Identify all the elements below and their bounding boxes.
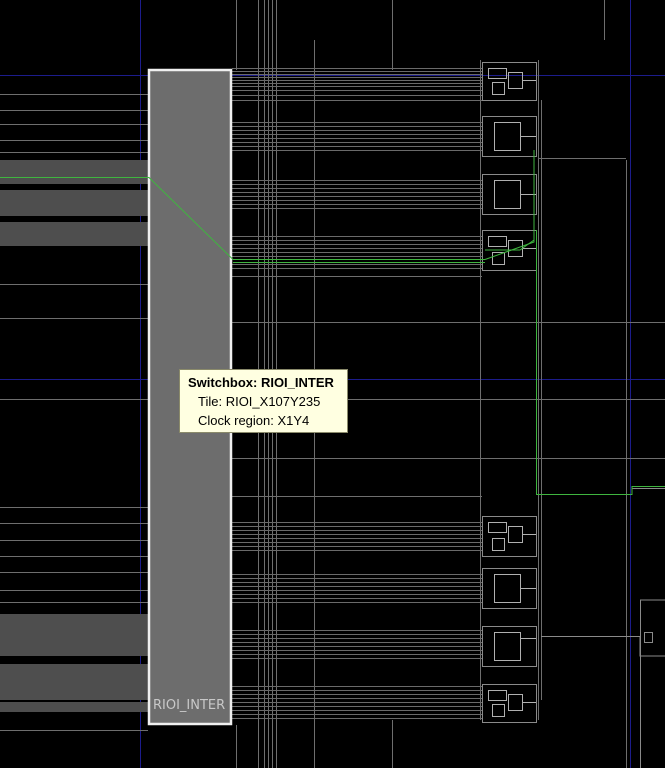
switchbox-tooltip: Switchbox: RIOI_INTER Tile: RIOI_X107Y23… [179, 369, 348, 433]
io-tile-icon[interactable] [482, 516, 537, 557]
io-tile-icon[interactable] [482, 626, 537, 667]
tooltip-tile: Tile: RIOI_X107Y235 [198, 394, 321, 409]
io-tile-icon[interactable] [482, 116, 537, 157]
left-bus-bands [0, 160, 148, 712]
tooltip-title: Switchbox: RIOI_INTER [188, 375, 334, 390]
upper-bundles [232, 68, 482, 269]
io-tile-icon[interactable] [482, 684, 537, 723]
io-tiles [482, 62, 537, 723]
edge-connectors [541, 488, 665, 768]
switchbox-label: RIOI_INTER [153, 698, 226, 713]
io-tile-icon[interactable] [482, 568, 537, 609]
lower-bundles [232, 522, 482, 719]
tooltip-clock-region: Clock region: X1Y4 [198, 413, 310, 428]
io-tile-icon[interactable] [482, 62, 537, 101]
io-tile-icon[interactable] [482, 174, 537, 215]
device-view-canvas[interactable]: RIOI_INTER Switchbox: RIOI_INTER Tile: R… [0, 0, 665, 768]
